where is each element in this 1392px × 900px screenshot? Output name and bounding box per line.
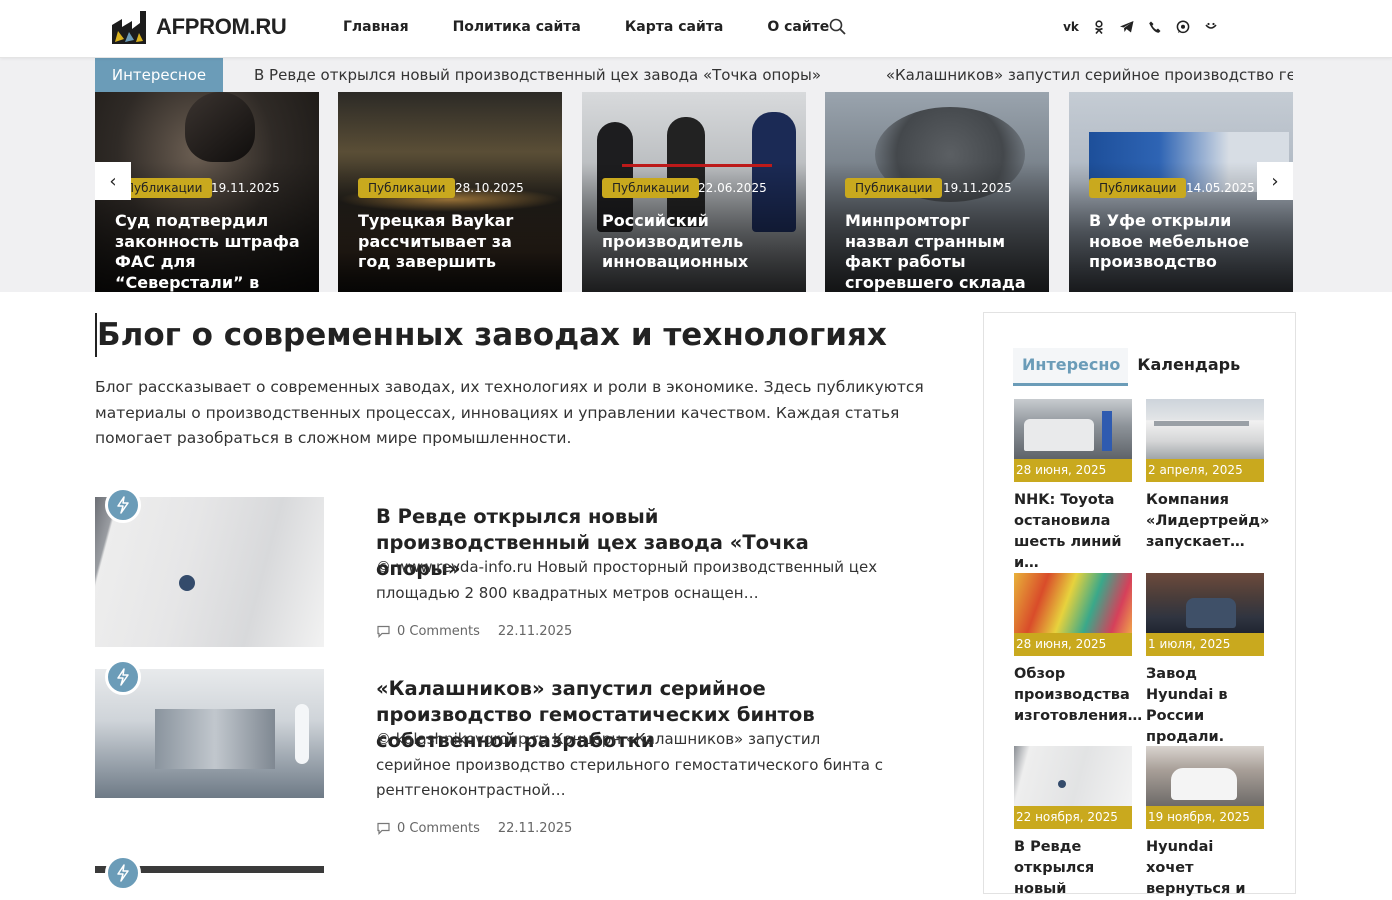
- whatsapp-icon[interactable]: [1175, 19, 1191, 35]
- post-meta: 0 Comments 22.11.2025: [376, 624, 572, 639]
- card-date: 22.06.2025: [698, 181, 767, 195]
- tab-calendar[interactable]: Календарь: [1128, 348, 1248, 386]
- logo-text: AFPROM.RU: [156, 14, 287, 39]
- sidebar-tabs: Интересно Календарь: [1013, 348, 1248, 386]
- page-intro: Блог рассказывает о современных заводах,…: [95, 378, 924, 447]
- card-title[interactable]: Российский производитель инновационных: [602, 211, 792, 273]
- site-logo[interactable]: AFPROM.RU: [110, 9, 287, 45]
- card-date: 14.05.2025: [1186, 181, 1255, 195]
- sidebar-post-date: 28 июня, 2025: [1014, 459, 1132, 482]
- nav-policy[interactable]: Политика сайта: [453, 19, 581, 35]
- card-title[interactable]: Суд подтвердил законность штрафа ФАС для…: [115, 211, 305, 292]
- post-date: 22.11.2025: [497, 624, 573, 639]
- messenger-icon[interactable]: [1203, 19, 1219, 35]
- card-title[interactable]: В Уфе открыли новое мебельное производст…: [1089, 211, 1279, 273]
- post-item: «Калашников» запустил серийное производс…: [95, 659, 945, 849]
- sidebar-post-date: 28 июня, 2025: [1014, 633, 1132, 656]
- category-tag[interactable]: Публикации: [602, 178, 700, 198]
- sidebar-post-title[interactable]: NHK: Toyota остановила шесть линий и…: [1014, 490, 1132, 574]
- site-header: AFPROM.RU Главная Политика сайта Карта с…: [0, 0, 1392, 58]
- sidebar-post-title[interactable]: Обзор производства изготовления…: [1014, 664, 1142, 727]
- slider-card[interactable]: Публикации 28.10.2025 Турецкая Baykar ра…: [338, 92, 562, 292]
- main-nav: Главная Политика сайта Карта сайта О сай…: [343, 19, 873, 35]
- nav-home[interactable]: Главная: [343, 19, 409, 35]
- sidebar-post-image: [1014, 746, 1132, 806]
- comments-count[interactable]: 0 Comments: [397, 821, 480, 836]
- ticker-item[interactable]: «Калашников» запустил серийное производс…: [886, 66, 1293, 84]
- news-ticker: Интересное В Ревде открылся новый произв…: [95, 58, 1293, 92]
- sidebar-post-date: 1 июля, 2025: [1146, 633, 1264, 656]
- lightning-icon: [105, 487, 141, 523]
- slider-next-button[interactable]: ›: [1257, 162, 1293, 200]
- social-links: vk: [1063, 19, 1231, 35]
- ticker-items: В Ревде открылся новый производственный …: [254, 66, 1293, 84]
- sidebar-post-date: 22 ноября, 2025: [1014, 806, 1132, 829]
- lightning-icon: [105, 855, 141, 891]
- comments-count[interactable]: 0 Comments: [397, 624, 480, 639]
- card-date: 19.11.2025: [211, 181, 280, 195]
- lightning-icon: [105, 659, 141, 695]
- slider-prev-button[interactable]: ‹: [95, 162, 131, 200]
- sidebar-widget: Интересно Календарь 28 июня, 2025 NHK: T…: [983, 312, 1296, 897]
- comment-icon: [377, 625, 390, 638]
- search-icon[interactable]: [829, 18, 847, 40]
- sidebar-post-title[interactable]: Компания «Лидертрейд» запускает…: [1146, 490, 1269, 553]
- vk-icon[interactable]: vk: [1063, 19, 1079, 35]
- featured-slider: Публикации 19.11.2025 Суд подтвердил зак…: [95, 92, 1293, 292]
- sidebar-post-image: [1014, 399, 1132, 459]
- card-date: 19.11.2025: [943, 181, 1012, 195]
- card-date: 28.10.2025: [455, 181, 524, 195]
- company-logo-shape: [179, 575, 195, 591]
- sidebar-post-title[interactable]: В Ревде открылся новый: [1014, 837, 1132, 900]
- post-excerpt: © www.revda-info.ru Новый просторный про…: [376, 558, 878, 602]
- ticker-item[interactable]: В Ревде открылся новый производственный …: [254, 66, 821, 84]
- viber-icon[interactable]: [1147, 19, 1163, 35]
- ok-icon[interactable]: [1091, 19, 1107, 35]
- sidebar-post-date: 19 ноября, 2025: [1146, 806, 1264, 829]
- factory-logo-icon: [112, 11, 146, 44]
- sidebar-post-image: [1014, 573, 1132, 633]
- card-title[interactable]: Минпромторг назвал странным факт работы …: [845, 211, 1035, 292]
- sidebar-post-image: [1146, 399, 1264, 459]
- slider-card[interactable]: Публикации 22.06.2025 Российский произво…: [582, 92, 806, 292]
- slider-card[interactable]: Публикации 19.11.2025 Минпромторг назвал…: [825, 92, 1049, 292]
- ticker-label: Интересное: [95, 58, 223, 92]
- tab-interesting[interactable]: Интересно: [1013, 348, 1129, 386]
- post-item: В Ревде открылся новый производственный …: [95, 487, 945, 657]
- post-date: 22.11.2025: [497, 821, 573, 836]
- sidebar-post-image: [1146, 746, 1264, 806]
- post-excerpt: © kalashnikovgroup.ru Концерн «Калашнико…: [376, 730, 884, 799]
- nav-sitemap[interactable]: Карта сайта: [625, 19, 723, 35]
- comment-icon: [377, 822, 390, 835]
- category-tag[interactable]: Публикации: [358, 178, 456, 198]
- telegram-icon[interactable]: [1119, 19, 1135, 35]
- gavel-shape: [185, 92, 255, 162]
- category-tag[interactable]: Публикации: [1089, 178, 1187, 198]
- card-title[interactable]: Турецкая Baykar рассчитывает за год заве…: [358, 211, 548, 273]
- post-meta: 0 Comments 22.11.2025: [376, 821, 572, 836]
- sidebar-post-date: 2 апреля, 2025: [1146, 459, 1264, 482]
- nav-about[interactable]: О сайте: [767, 19, 829, 35]
- sidebar-post-title[interactable]: Hyundai хочет вернуться и: [1146, 837, 1264, 900]
- post-item: [95, 855, 945, 891]
- category-tag[interactable]: Публикации: [845, 178, 943, 198]
- sidebar-post-image: [1146, 573, 1264, 633]
- page-title: Блог о современных заводах и технологиях: [95, 313, 887, 357]
